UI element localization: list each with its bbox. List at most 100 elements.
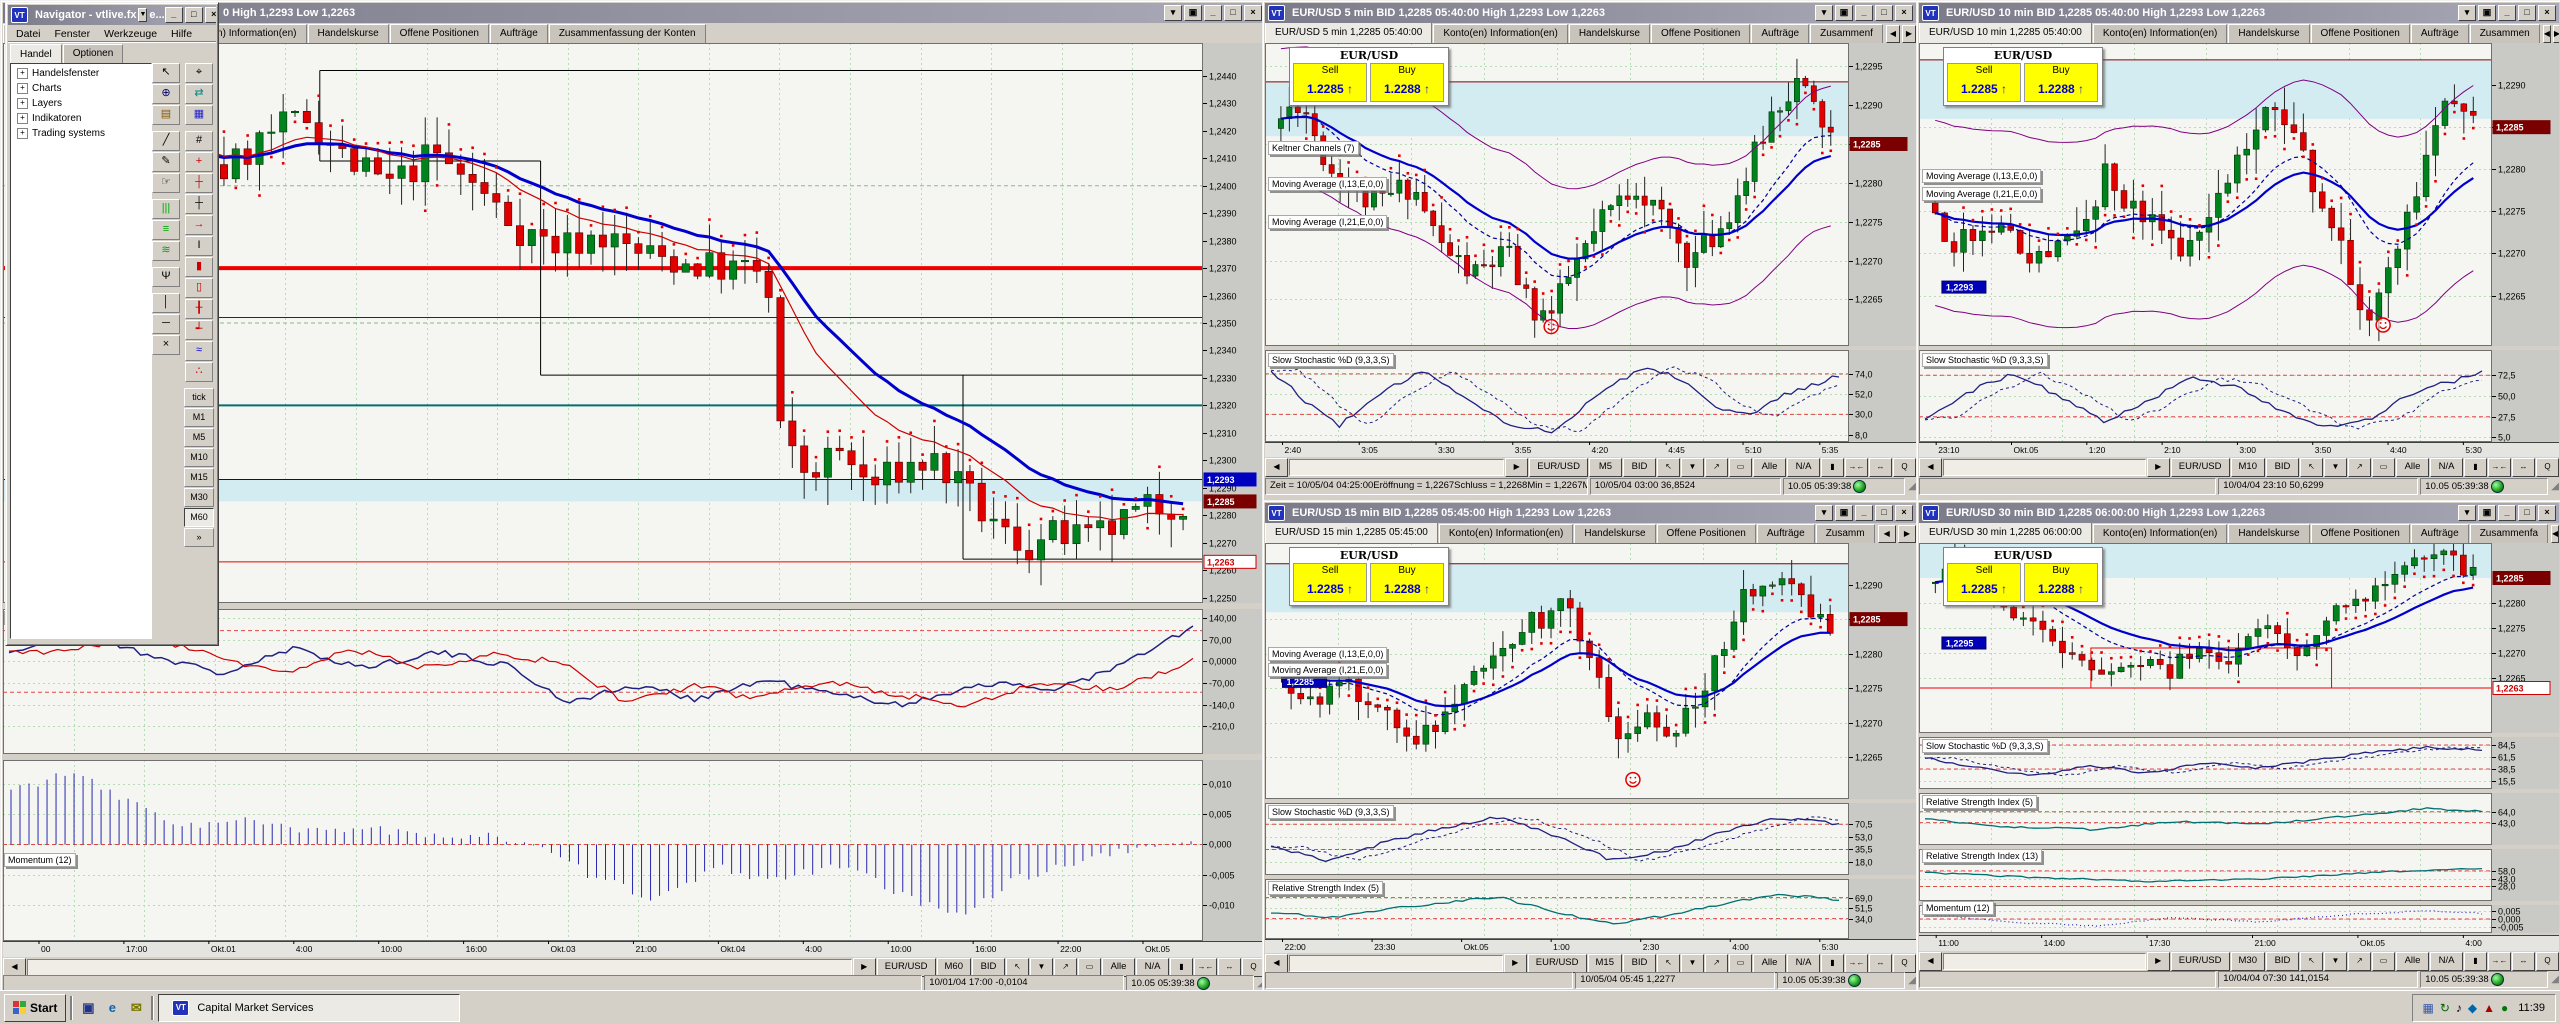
restore-button[interactable]: ▣ xyxy=(1835,505,1853,521)
quicklaunch-desktop-icon[interactable]: ▣ xyxy=(77,997,99,1019)
scrollbar-track[interactable] xyxy=(1943,458,2146,476)
expand-bars-button[interactable]: ↔ xyxy=(1218,957,1241,977)
delete-drawing-button[interactable]: × xyxy=(152,335,180,355)
copy-report-button[interactable]: ▤ xyxy=(152,105,180,125)
close-button[interactable]: × xyxy=(2538,5,2556,21)
quicklaunch-mail-icon[interactable]: ✉ xyxy=(125,997,147,1019)
menu-fenster[interactable]: Fenster xyxy=(55,28,91,40)
period-m15-button[interactable]: M15 xyxy=(184,468,214,487)
period-m10-button[interactable]: M10 xyxy=(184,448,214,467)
pin-chart-button[interactable]: ⌖ xyxy=(185,63,213,83)
navigator-tab-optionen[interactable]: Optionen xyxy=(62,44,124,63)
tab-konto-en-information-en-[interactable]: Konto(en) Information(en) xyxy=(1433,24,1568,43)
tab-offene-positionen[interactable]: Offene Positionen xyxy=(2310,524,2410,543)
minimize-button[interactable]: _ xyxy=(1855,505,1873,521)
period-tick-button[interactable]: tick xyxy=(184,388,214,407)
minimize-button[interactable]: _ xyxy=(1204,5,1222,21)
maximize-button[interactable]: □ xyxy=(1875,505,1893,521)
period-m30-button[interactable]: M30 xyxy=(184,488,214,507)
chart-eur-usd-button[interactable]: EUR/USD xyxy=(2170,457,2230,477)
measure-button[interactable]: I xyxy=(185,236,213,256)
chart-bid-button[interactable]: BID xyxy=(1623,953,1656,973)
grid-toggle-button[interactable]: # xyxy=(185,131,213,151)
tab-scroll-right-button[interactable]: ▶ xyxy=(2552,25,2559,43)
link-charts-button[interactable]: ⇄ xyxy=(185,84,213,104)
tab-konto-en-information-en-[interactable]: Konto(en) Information(en) xyxy=(2092,24,2228,43)
expand-bars-button[interactable]: ↔ xyxy=(2512,457,2535,477)
tab-handelskurse[interactable]: Handelskurse xyxy=(2228,524,2310,543)
quicklaunch-browser-icon[interactable]: e xyxy=(101,997,123,1019)
tool-dropdown-button[interactable]: ▼ xyxy=(1681,953,1704,973)
tab-handelskurse[interactable]: Handelskurse xyxy=(1568,24,1650,43)
tab-zusammen[interactable]: Zusammen xyxy=(2469,24,2540,43)
na-button[interactable]: N/A xyxy=(1136,957,1169,977)
compress-bars-button[interactable]: →← xyxy=(2488,457,2511,477)
tab-auftr-ge[interactable]: Aufträge xyxy=(2410,24,2469,43)
tree-expander-icon[interactable]: + xyxy=(17,128,28,139)
task-button-capital-market-services[interactable]: VT Capital Market Services xyxy=(158,993,461,1022)
tray-alert-icon[interactable]: ▲ xyxy=(2483,1002,2495,1014)
show-all-button[interactable]: Alle xyxy=(1102,957,1135,977)
tab-handelskurse[interactable]: Handelskurse xyxy=(307,24,389,43)
hand-pointer-tool-button[interactable]: ☞ xyxy=(152,173,180,193)
candle-style-button[interactable]: ▮ xyxy=(2464,951,2487,971)
compress-bars-button[interactable]: →← xyxy=(1845,953,1868,973)
scroll-right-button[interactable]: ▶ xyxy=(1505,457,1529,477)
tab-eur-usd-10-min-1-2285-05-40-00[interactable]: EUR/USD 10 min 1,2285 05:40:00 xyxy=(1919,23,2092,43)
minimize-button[interactable]: _ xyxy=(164,7,183,23)
chart-m15-button[interactable]: M15 xyxy=(1587,953,1622,973)
tool-dropdown-button[interactable]: ▼ xyxy=(2324,457,2347,477)
navigator-tab-handel[interactable]: Handel xyxy=(10,44,62,65)
tab-zusammenfassung-der-konten[interactable]: Zusammenfassung der Konten xyxy=(548,24,706,43)
chart-m30-button[interactable]: M30 xyxy=(2230,951,2265,971)
compress-bars-button[interactable]: →← xyxy=(2488,951,2511,971)
indicator-dialog-button[interactable]: ↗ xyxy=(1705,457,1728,477)
candle-style-button[interactable]: ▮ xyxy=(1821,953,1844,973)
chart-eur-usd-button[interactable]: EUR/USD xyxy=(1529,457,1588,477)
compress-bars-button[interactable]: →← xyxy=(1845,457,1868,477)
indicator-dialog-button[interactable]: ↗ xyxy=(2348,457,2371,477)
tray-volume-icon[interactable]: ♪ xyxy=(2456,1002,2462,1014)
tab-konto-en-information-en-[interactable]: Konto(en) Information(en) xyxy=(1438,524,1574,543)
chart-bid-button[interactable]: BID xyxy=(1623,457,1656,477)
vertical-gridlines-tool-button[interactable]: ||| xyxy=(152,199,180,219)
tool-dropdown-button[interactable]: ▼ xyxy=(1030,957,1053,977)
pointer-tool-button[interactable]: ↖ xyxy=(152,63,180,83)
show-all-button[interactable]: Alle xyxy=(2396,951,2429,971)
tab-konto-en-information-en-[interactable]: Konto(en) Information(en) xyxy=(2092,524,2228,543)
scroll-right-button[interactable]: ▶ xyxy=(2146,951,2170,971)
scroll-right-button[interactable]: ▶ xyxy=(2146,457,2170,477)
window-menu-button[interactable]: ▾ xyxy=(1164,5,1182,21)
show-all-button[interactable]: Alle xyxy=(1753,953,1786,973)
close-button[interactable]: × xyxy=(1244,5,1262,21)
quote-panel-button[interactable]: Q xyxy=(2536,457,2559,477)
tab-scroll-left-button[interactable]: ◀ xyxy=(2542,25,2551,43)
expand-bars-button[interactable]: ↔ xyxy=(2512,951,2535,971)
window-titlebar[interactable]: VT EUR/USD 15 min BID 1,2285 05:45:00 Hig… xyxy=(1265,503,1916,523)
tab-scroll-left-button[interactable]: ◀ xyxy=(1885,25,1900,43)
buy-quote-button[interactable]: Buy 1.2288 ↑ xyxy=(1370,63,1444,102)
scroll-right-button[interactable]: ▶ xyxy=(852,957,876,977)
tab-offene-positionen[interactable]: Offene Positionen xyxy=(2310,24,2410,43)
show-all-button[interactable]: Alle xyxy=(2396,457,2429,477)
indicator-dialog-button[interactable]: ↗ xyxy=(2348,951,2371,971)
close-button[interactable]: × xyxy=(2538,505,2556,521)
chart-eur-usd-button[interactable]: EUR/USD xyxy=(2170,951,2230,971)
cursor-tool-button[interactable]: ↖ xyxy=(1657,953,1680,973)
show-all-button[interactable]: Alle xyxy=(1753,457,1786,477)
cursor-tool-button[interactable]: ↖ xyxy=(1006,957,1029,977)
tree-item-charts[interactable]: + Charts xyxy=(17,83,149,94)
tray-network-icon[interactable]: ◆ xyxy=(2468,1002,2477,1014)
indicator-dialog-button[interactable]: ↗ xyxy=(1054,957,1077,977)
window-titlebar[interactable]: VT EUR/USD 5 min BID 1,2285 05:40:00 High… xyxy=(1265,3,1916,23)
sell-quote-button[interactable]: Sell 1.2285 ↑ xyxy=(1947,63,2021,102)
scrollbar-track[interactable] xyxy=(27,958,852,976)
expand-bar-button[interactable]: → xyxy=(185,215,213,235)
minimize-button[interactable]: _ xyxy=(2498,5,2516,21)
restore-button[interactable]: ▣ xyxy=(2478,5,2496,21)
tab-auftr-ge[interactable]: Aufträge xyxy=(1756,524,1815,543)
layout-button[interactable]: ▭ xyxy=(1729,457,1752,477)
na-button[interactable]: N/A xyxy=(2430,457,2463,477)
navigator-titlebar[interactable]: VT Navigator - vtlive.fx ▼ e... _ □ × xyxy=(8,5,216,25)
restore-button[interactable]: ▣ xyxy=(1835,5,1853,21)
